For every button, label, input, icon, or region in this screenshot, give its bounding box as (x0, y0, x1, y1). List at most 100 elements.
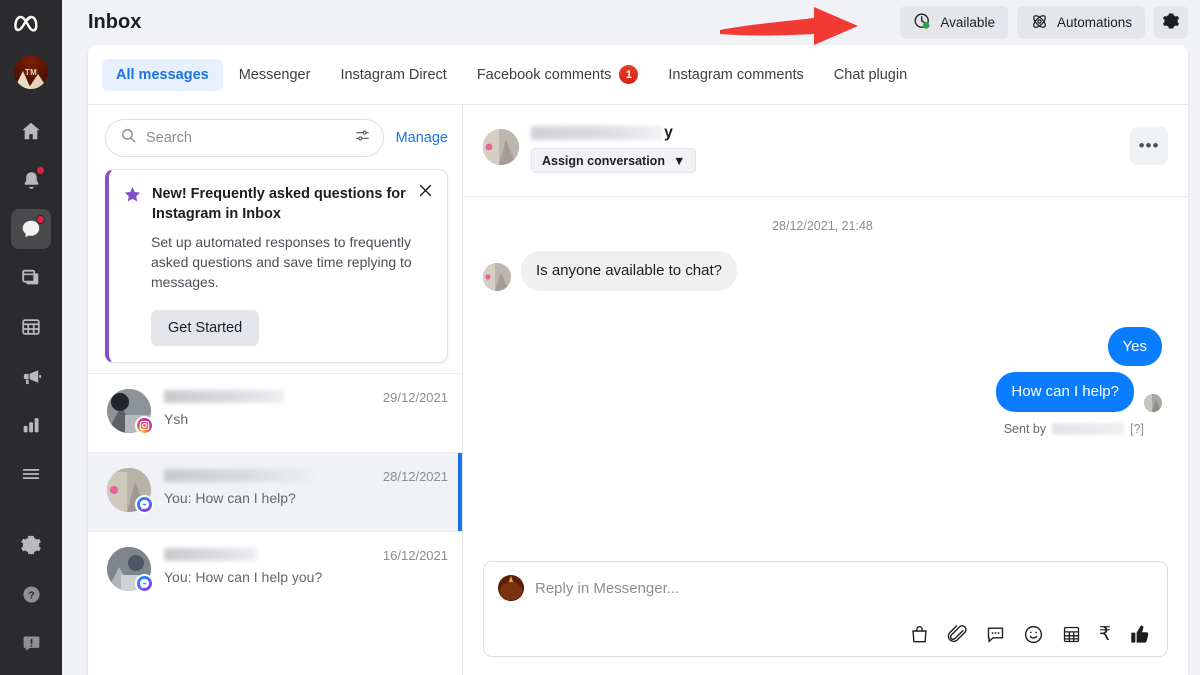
instagram-badge-icon (135, 416, 154, 435)
close-icon[interactable] (417, 182, 435, 200)
posts-icon (20, 267, 42, 289)
list-item-date: 16/12/2021 (383, 547, 448, 563)
message-bubble: Yes (1108, 327, 1162, 367)
conversation-list-pane: Manage (88, 105, 463, 675)
search-icon (120, 127, 137, 149)
calculator-grid-icon[interactable] (1061, 624, 1082, 645)
tab-facebook-comments[interactable]: Facebook comments 1 (463, 57, 653, 92)
avatar-label: TM (25, 68, 37, 77)
list-item-snippet: You: How can I help you? (164, 569, 370, 585)
inbox-card: All messages Messenger Instagram Direct … (88, 45, 1188, 675)
reply-composer[interactable]: ₹ (483, 561, 1168, 657)
tab-instagram-direct[interactable]: Instagram Direct (326, 59, 460, 91)
settings-button[interactable] (1154, 6, 1188, 39)
saved-replies-icon[interactable] (985, 624, 1006, 645)
thumbs-up-icon[interactable] (1128, 623, 1151, 646)
sidebar-item-inbox[interactable] (11, 209, 51, 249)
gear-icon (1162, 12, 1180, 33)
search-box[interactable] (105, 119, 384, 157)
tab-all-messages[interactable]: All messages (102, 59, 223, 91)
message-timestamp: 28/12/2021, 21:48 (483, 219, 1162, 233)
list-item-text: You: How can I help? (164, 468, 370, 506)
list-item-snippet: You: How can I help? (164, 490, 370, 506)
more-options-button[interactable]: ••• (1130, 127, 1168, 165)
hamburger-menu-icon (20, 463, 42, 485)
page-title: Inbox (88, 11, 141, 34)
list-item-snippet: Ysh (164, 411, 370, 427)
message-row-outgoing: Yes (483, 327, 1162, 367)
search-input[interactable] (146, 130, 345, 146)
avatar (483, 129, 519, 165)
promo-body: Set up automated responses to frequently… (123, 233, 433, 293)
bar-chart-icon (20, 414, 42, 436)
message-bubble: How can I help? (996, 372, 1134, 412)
list-item[interactable]: You: How can I help? 28/12/2021 (88, 452, 462, 531)
avatar (107, 468, 151, 512)
manage-link[interactable]: Manage (396, 130, 448, 146)
sidebar-item-home[interactable] (11, 111, 51, 151)
automations-button[interactable]: Automations (1017, 6, 1145, 39)
tab-label: Instagram comments (668, 67, 803, 83)
sidebar-item-notifications[interactable] (11, 160, 51, 200)
meta-infinity-logo[interactable] (14, 12, 48, 41)
get-started-button[interactable]: Get Started (151, 310, 259, 346)
shopping-bag-icon[interactable] (909, 624, 930, 645)
sent-by-prefix: Sent by (1004, 422, 1046, 436)
thread-pane: y Assign conversation ▼ ••• 28/12/2 (463, 105, 1188, 675)
search-row: Manage (88, 105, 462, 167)
sent-by-suffix: [?] (1130, 422, 1144, 436)
message-thread: 28/12/2021, 21:48 Is anyone avai (463, 197, 1188, 551)
calendar-grid-icon (20, 316, 42, 338)
paperclip-icon[interactable] (947, 624, 968, 645)
svg-text:?: ? (28, 589, 34, 601)
contact-name-redacted (164, 469, 312, 482)
message-row-outgoing: How can I help? (483, 372, 1162, 412)
sidebar-item-planner[interactable] (11, 307, 51, 347)
chevron-down-icon: ▼ (673, 154, 685, 168)
tab-messenger[interactable]: Messenger (225, 59, 325, 91)
tab-chat-plugin[interactable]: Chat plugin (820, 59, 921, 91)
top-bar: Inbox Available (62, 0, 1200, 45)
avatar[interactable]: TM (14, 55, 48, 89)
feedback-icon (21, 633, 42, 654)
automations-label: Automations (1057, 15, 1132, 30)
megaphone-icon (20, 365, 43, 388)
rupee-currency-icon[interactable]: ₹ (1099, 625, 1111, 644)
tab-label: Instagram Direct (340, 67, 446, 83)
sidebar-item-posts[interactable] (11, 258, 51, 298)
status-badge: 1 (619, 65, 638, 84)
availability-status-button[interactable]: Available (900, 6, 1008, 39)
main-column: Inbox Available (62, 0, 1200, 675)
reply-input[interactable] (535, 580, 1151, 597)
list-item-date: 29/12/2021 (383, 389, 448, 405)
content-panes: Manage (88, 105, 1188, 675)
ellipsis-icon: ••• (1139, 136, 1160, 156)
assign-conversation-button[interactable]: Assign conversation ▼ (531, 148, 696, 173)
list-item-text: You: How can I help you? (164, 547, 370, 585)
question-mark-icon: ? (21, 584, 42, 605)
composer-toolbar: ₹ (498, 615, 1151, 646)
message-row-incoming: Is anyone available to chat? (483, 251, 1162, 291)
contact-name-redacted (164, 390, 284, 403)
sidebar-item-feedback[interactable] (11, 623, 51, 663)
top-bar-actions: Available Automations (900, 6, 1188, 39)
filter-sliders-icon[interactable] (354, 127, 371, 149)
avatar (483, 263, 511, 291)
sidebar-item-ads[interactable] (11, 356, 51, 396)
conversation-list: Ysh 29/12/2021 (88, 373, 462, 675)
left-nav-rail: TM (0, 0, 62, 675)
thread-contact-info: y Assign conversation ▼ (531, 123, 1118, 173)
sidebar-item-help[interactable]: ? (11, 574, 51, 614)
promo-header: New! Frequently asked questions for Inst… (123, 185, 433, 224)
availability-status-label: Available (940, 15, 995, 30)
messenger-badge-icon (135, 574, 154, 593)
tab-bar: All messages Messenger Instagram Direct … (88, 45, 1188, 105)
emoji-smiley-icon[interactable] (1023, 624, 1044, 645)
sidebar-item-insights[interactable] (11, 405, 51, 445)
tab-instagram-comments[interactable]: Instagram comments (654, 59, 817, 91)
sidebar-item-all-tools[interactable] (11, 454, 51, 494)
list-item[interactable]: You: How can I help you? 16/12/2021 (88, 531, 462, 610)
list-item[interactable]: Ysh 29/12/2021 (88, 373, 462, 452)
promo-title: New! Frequently asked questions for Inst… (152, 185, 407, 224)
sidebar-item-settings[interactable] (11, 525, 51, 565)
